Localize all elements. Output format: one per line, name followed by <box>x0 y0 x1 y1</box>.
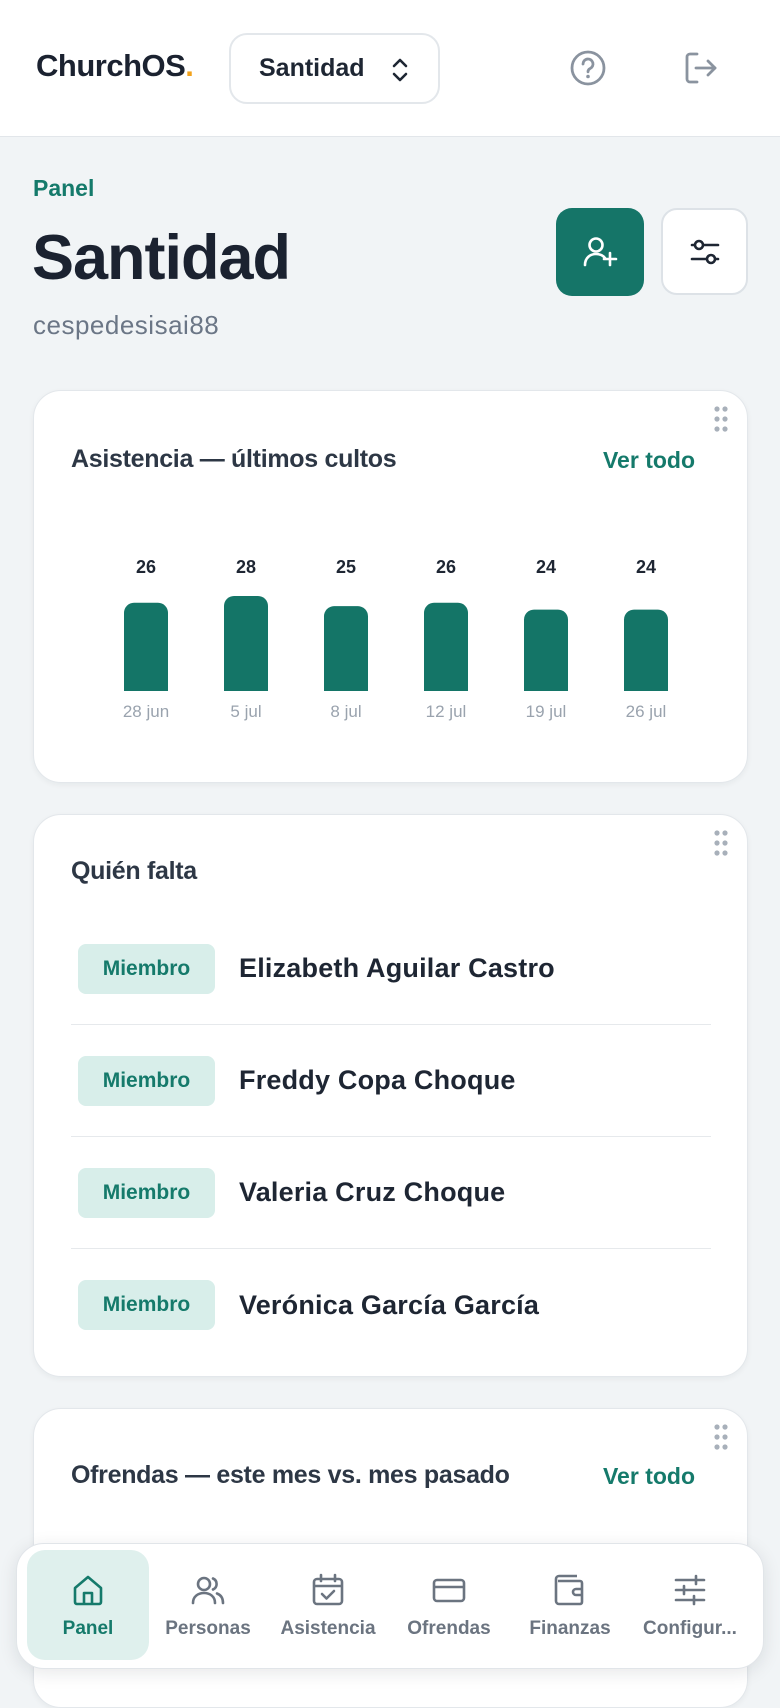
drag-handle-icon[interactable] <box>713 829 729 857</box>
sliders-icon <box>690 239 719 264</box>
app-logo[interactable]: ChurchOS. <box>36 48 194 84</box>
role-badge: Miembro <box>78 1167 215 1218</box>
nav-item-asistencia[interactable]: Asistencia <box>267 1550 389 1660</box>
chart-tick-label: 26 jul <box>626 702 667 721</box>
attendance-bar-chart: 26 28 jun 28 5 jul 25 8 jul 26 12 jul 24 19 jul 24… <box>123 557 748 721</box>
chart-value-label: 28 <box>236 557 256 577</box>
member-name: Elizabeth Aguilar Castro <box>239 953 555 983</box>
nav-label: Configur... <box>643 1618 737 1639</box>
role-badge: Miembro <box>78 1280 215 1330</box>
nav-item-ofrendas[interactable]: Ofrendas <box>388 1550 510 1660</box>
chart-tick-label: 5 jul <box>230 702 261 721</box>
chart-tick-label: 12 jul <box>426 702 467 721</box>
nav-label: Asistencia <box>280 1618 376 1639</box>
chart-bar[interactable] <box>224 596 268 691</box>
chart-tick-label: 8 jul <box>330 702 361 721</box>
home-icon <box>73 1575 103 1606</box>
chart-tick-label: 2 a <box>734 702 748 721</box>
nav-item-configuracion[interactable]: Configur... <box>629 1550 751 1660</box>
offerings-card-title: Ofrendas — este mes vs. mes pasado <box>71 1461 510 1489</box>
user-plus-icon <box>583 237 618 267</box>
help-circle-icon[interactable] <box>568 48 608 88</box>
offerings-view-all-link[interactable]: Ver todo <box>603 1463 695 1490</box>
sliders-icon <box>674 1574 706 1606</box>
breadcrumb[interactable]: Panel <box>33 175 94 202</box>
chart-value-label: 24 <box>536 557 556 577</box>
chart-bar[interactable] <box>624 609 668 691</box>
nav-label: Finanzas <box>529 1618 611 1639</box>
list-item[interactable]: Miembro Valeria Cruz Choque <box>71 1137 711 1249</box>
role-badge: Miembro <box>78 1055 215 1106</box>
missing-card-title: Quién falta <box>71 857 197 885</box>
nav-item-finanzas[interactable]: Finanzas <box>509 1550 631 1660</box>
attendance-card: Asistencia — últimos cultos Ver todo 26 2… <box>33 390 748 783</box>
list-item[interactable]: Miembro Freddy Copa Choque <box>71 1025 711 1137</box>
chevron-up-down-icon <box>392 58 408 82</box>
bottom-navigation: Panel Personas Asistencia Ofrendas Finan… <box>16 1543 764 1669</box>
chart-value-label: 26 <box>136 557 156 577</box>
drag-handle-icon[interactable] <box>713 1423 729 1451</box>
member-name: Valeria Cruz Choque <box>239 1177 506 1207</box>
page-title: Santidad <box>32 223 291 293</box>
add-person-button[interactable] <box>556 208 644 296</box>
credit-card-icon <box>432 1578 466 1603</box>
calendar-check-icon <box>312 1573 344 1606</box>
missing-members-card: Quién falta Miembro Elizabeth Aguilar Ca… <box>33 814 748 1377</box>
nav-label: Panel <box>62 1618 114 1639</box>
wallet-icon <box>554 1574 584 1606</box>
chart-tick-label: 28 jun <box>123 702 169 721</box>
chart-bar[interactable] <box>324 606 368 691</box>
chart-bar[interactable] <box>424 602 468 691</box>
list-item[interactable]: Miembro Verónica García García <box>71 1249 711 1361</box>
list-item[interactable]: Miembro Elizabeth Aguilar Castro <box>71 913 711 1025</box>
chart-value-label: 25 <box>336 557 356 577</box>
nav-label: Ofrendas <box>407 1618 491 1639</box>
customize-dashboard-button[interactable] <box>661 208 748 295</box>
top-bar: ChurchOS. Santidad <box>0 0 780 137</box>
chart-value-label: 24 <box>636 557 656 577</box>
role-badge: Miembro <box>78 943 215 994</box>
chart-value-label: 26 <box>436 557 456 577</box>
users-icon <box>191 1576 225 1605</box>
nav-item-panel[interactable]: Panel <box>27 1550 149 1660</box>
logout-icon[interactable] <box>681 48 721 88</box>
page-subtitle: cespedesisai88 <box>33 310 220 340</box>
church-selector-label: Santidad <box>259 54 365 82</box>
nav-item-personas[interactable]: Personas <box>147 1550 269 1660</box>
chart-bar[interactable] <box>524 609 568 691</box>
member-name: Verónica García García <box>239 1289 540 1320</box>
chart-bar[interactable] <box>124 602 168 691</box>
church-selector[interactable]: Santidad <box>229 33 440 104</box>
nav-label: Personas <box>165 1618 251 1639</box>
chart-tick-label: 19 jul <box>526 702 567 721</box>
member-name: Freddy Copa Choque <box>239 1065 516 1095</box>
chart-bar[interactable] <box>724 610 748 691</box>
chart-value-label: 2 <box>741 557 748 577</box>
